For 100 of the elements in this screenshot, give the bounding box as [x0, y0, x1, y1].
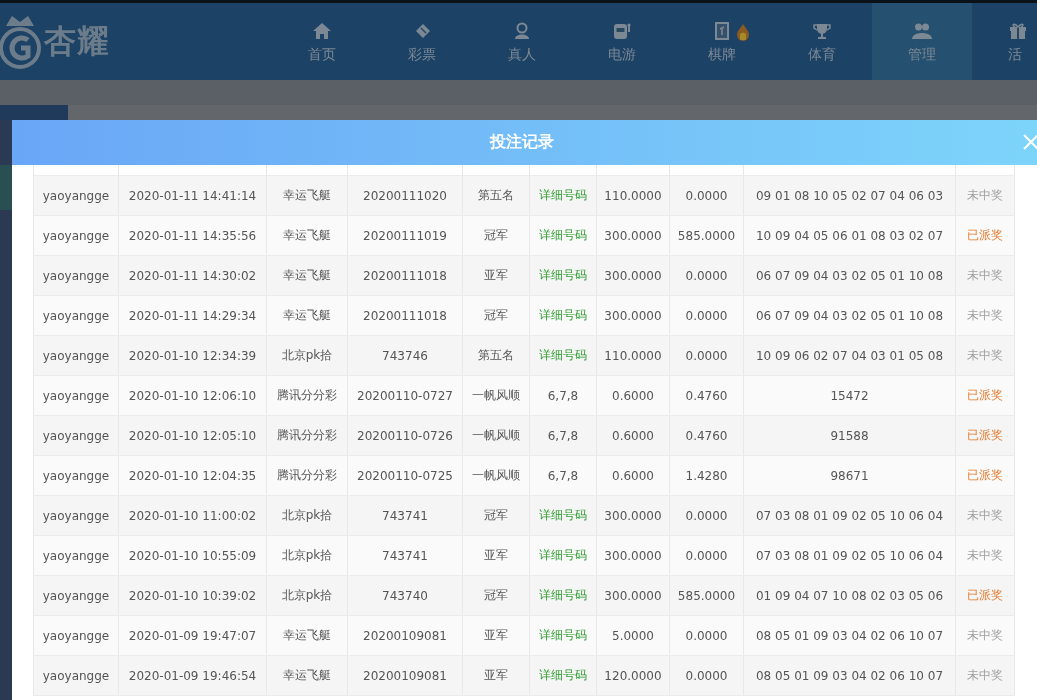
gift-icon — [1008, 21, 1028, 40]
table-cell: 腾讯分分彩 — [277, 467, 337, 484]
status-text: 未中奖 — [967, 307, 1003, 324]
detail-numbers-link[interactable]: 详细号码 — [539, 187, 587, 204]
table-cell: 300.0000 — [604, 588, 662, 603]
table-cell: 幸运飞艇 — [283, 227, 331, 244]
people-icon — [911, 21, 933, 40]
detail-numbers-link[interactable]: 详细号码 — [539, 587, 587, 604]
table-cell: yaoyangge — [42, 308, 110, 323]
table-cell: 06 07 09 04 03 02 05 01 10 08 — [756, 308, 943, 323]
table-cell: 0.6000 — [612, 388, 654, 403]
table-cell: 一帆风顺 — [472, 427, 520, 444]
table-cell: 2020-01-09 19:46:54 — [128, 668, 257, 683]
table-cell: yaoyangge — [42, 548, 110, 563]
detail-numbers-link[interactable]: 详细号码 — [539, 627, 587, 644]
table-cell: 20200109081 — [363, 628, 447, 643]
nav-item[interactable]: 首页 — [272, 3, 372, 80]
table-cell: 6,7,8 — [547, 468, 579, 483]
table-cell: 08 05 01 09 03 04 02 06 10 07 — [756, 628, 943, 643]
table-cell: 300.0000 — [604, 548, 662, 563]
detail-numbers-link[interactable]: 详细号码 — [539, 227, 587, 244]
table-cell: 一帆风顺 — [472, 387, 520, 404]
table-cell: 20200110-0727 — [357, 388, 453, 403]
table-cell: 743741 — [382, 508, 428, 523]
table-cell: 2020-01-10 12:06:10 — [128, 388, 257, 403]
table-cell: 北京pk拾 — [281, 587, 333, 604]
table-cell: 15472 — [830, 388, 869, 403]
table-cell: yaoyangge — [42, 468, 110, 483]
nav-item[interactable]: 体育 — [772, 3, 872, 80]
table-cell: 91588 — [830, 428, 869, 443]
status-text: 已派奖 — [967, 587, 1003, 604]
status-text: 已派奖 — [967, 467, 1003, 484]
nav-item[interactable]: 电游 — [572, 3, 672, 80]
person-icon — [512, 21, 532, 40]
table-cell: 2020-01-09 19:47:07 — [128, 628, 257, 643]
table-cell: 07 03 08 01 09 02 05 10 06 04 — [756, 508, 943, 523]
table-cell: 亚军 — [484, 627, 508, 644]
table-cell: 1.4280 — [685, 468, 728, 483]
table-cell: 北京pk拾 — [281, 547, 333, 564]
table-cell: 幸运飞艇 — [283, 187, 331, 204]
nav-item[interactable]: 真人 — [472, 3, 572, 80]
table-cell: 腾讯分分彩 — [277, 427, 337, 444]
table-cell: yaoyangge — [42, 268, 110, 283]
table-cell: 300.0000 — [604, 308, 662, 323]
table-cell: 07 03 08 01 09 02 05 10 06 04 — [756, 548, 943, 563]
table-cell: 743746 — [382, 348, 428, 363]
table-cell: 0.0000 — [685, 268, 728, 283]
status-text: 已派奖 — [967, 227, 1003, 244]
trophy-icon — [812, 21, 832, 40]
table-cell: 120.0000 — [604, 668, 662, 683]
table-cell: 北京pk拾 — [281, 507, 333, 524]
table-cell: 300.0000 — [604, 508, 662, 523]
nav-item[interactable]: 活 — [972, 3, 1037, 80]
table-cell: 20200111020 — [363, 188, 447, 203]
close-icon[interactable] — [1022, 133, 1037, 151]
sidebar-panel — [0, 165, 12, 210]
table-cell: yaoyangge — [42, 228, 110, 243]
table-cell: 2020-01-11 14:30:02 — [128, 268, 257, 283]
table-cell: 20200111019 — [363, 228, 447, 243]
table-cell: 亚军 — [484, 667, 508, 684]
table-cell: 2020-01-11 14:29:34 — [128, 308, 257, 323]
status-text: 已派奖 — [967, 427, 1003, 444]
table-cell: 幸运飞艇 — [283, 267, 331, 284]
nav-item[interactable]: 彩票 — [372, 3, 472, 80]
table-cell: 0.0000 — [685, 668, 728, 683]
table-cell: 110.0000 — [604, 188, 662, 203]
status-text: 未中奖 — [967, 347, 1003, 364]
table-cell: 20200111018 — [363, 308, 447, 323]
status-text: 未中奖 — [967, 507, 1003, 524]
table-cell: 743740 — [382, 588, 428, 603]
table-cell: 幸运飞艇 — [283, 307, 331, 324]
table-cell: 585.0000 — [677, 588, 736, 603]
table-cell: 585.0000 — [677, 228, 736, 243]
table-cell: 0.0000 — [685, 508, 728, 523]
table-cell: 一帆风顺 — [472, 467, 520, 484]
table-cell: 第五名 — [478, 187, 514, 204]
detail-numbers-link[interactable]: 详细号码 — [539, 667, 587, 684]
table-cell: 冠军 — [484, 507, 508, 524]
table-cell: 98671 — [830, 468, 869, 483]
nav-item[interactable]: 管理 — [872, 3, 972, 80]
status-text: 已派奖 — [967, 387, 1003, 404]
detail-numbers-link[interactable]: 详细号码 — [539, 267, 587, 284]
status-text: 未中奖 — [967, 547, 1003, 564]
table-cell: yaoyangge — [42, 508, 110, 523]
table-cell: 第五名 — [478, 347, 514, 364]
detail-numbers-link[interactable]: 详细号码 — [539, 307, 587, 324]
table-cell: 10 09 04 05 06 01 08 03 02 07 — [756, 228, 943, 243]
table-cell: 冠军 — [484, 307, 508, 324]
detail-numbers-link[interactable]: 详细号码 — [539, 547, 587, 564]
table-cell: yaoyangge — [42, 348, 110, 363]
nav-item[interactable]: 棋牌 — [672, 3, 772, 80]
table-cell: 110.0000 — [604, 348, 662, 363]
detail-numbers-link[interactable]: 详细号码 — [539, 347, 587, 364]
table-cell: 0.0000 — [685, 348, 728, 363]
table-cell: 743741 — [382, 548, 428, 563]
table-cell: 幸运飞艇 — [283, 667, 331, 684]
tile-icon — [714, 20, 730, 41]
flame-badge-icon — [736, 22, 750, 41]
detail-numbers-link[interactable]: 详细号码 — [539, 507, 587, 524]
table-cell: 幸运飞艇 — [283, 627, 331, 644]
